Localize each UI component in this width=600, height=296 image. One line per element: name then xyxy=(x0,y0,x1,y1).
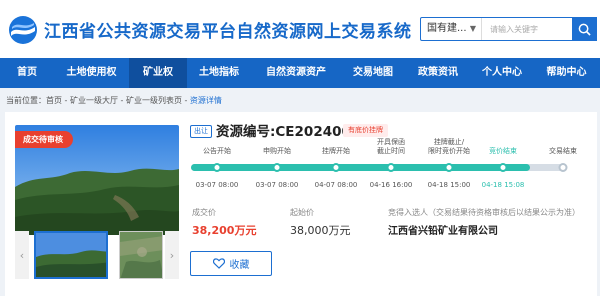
chevron-left-icon: ‹ xyxy=(19,248,25,262)
timeline-step-dot-pending xyxy=(558,163,568,172)
thumbnail-2[interactable] xyxy=(119,231,163,279)
nav-item-land-quota[interactable]: 土地指标 xyxy=(187,58,251,88)
search-input[interactable] xyxy=(481,18,573,40)
landscape-thumbnail xyxy=(36,233,106,277)
timeline-step-date: 04-18 15:00 xyxy=(427,181,471,189)
site-logo-icon[interactable] xyxy=(8,15,38,45)
timeline-step-dot xyxy=(212,163,222,172)
start-price: 38,000万元 xyxy=(290,224,351,237)
site-title: 江西省公共资源交易平台自然资源网上交易系统 xyxy=(44,22,412,42)
search-button[interactable] xyxy=(572,17,597,41)
nav-item-natural-resource-assets[interactable]: 自然资源资产 xyxy=(251,58,341,88)
trade-timeline: 公告开始 03-07 08:00 申购开始 03-07 08:00 挂牌开始 0… xyxy=(187,136,597,198)
nav-item-trade-map[interactable]: 交易地图 xyxy=(341,58,405,88)
timeline-step-dot-current xyxy=(498,163,508,172)
thumb-next-button[interactable]: › xyxy=(165,231,179,279)
status-tag: 成交待审核 xyxy=(15,131,73,148)
chevron-down-icon: ▼ xyxy=(469,24,476,33)
favorite-label: 收藏 xyxy=(229,260,250,271)
timeline-step-date: 04-16 16:00 xyxy=(369,181,413,189)
winner-company: 江西省兴铅矿业有限公司 xyxy=(388,226,498,237)
nav-item-mining-rights[interactable]: 矿业权 xyxy=(129,58,187,88)
timeline-step-label: 挂牌开始 xyxy=(322,147,350,155)
timeline-step-label-current: 竞价结束 xyxy=(489,147,517,155)
heart-icon xyxy=(212,258,225,269)
thumb-prev-button[interactable]: ‹ xyxy=(15,231,29,279)
main-photo[interactable]: 成交待审核 xyxy=(15,125,179,235)
nav-item-help-center[interactable]: 帮助中心 xyxy=(533,58,600,88)
breadcrumb-current: 资源详情 xyxy=(189,96,222,105)
timeline-step-label: 开具保函 截止时间 xyxy=(377,138,405,155)
timeline-step-date-current: 04-18 15:08 xyxy=(481,181,525,189)
breadcrumb: 当前位置：首页 - 矿业一级大厅 - 矿业一级列表页 - 资源详情 xyxy=(6,95,222,106)
chevron-right-icon: › xyxy=(169,248,175,262)
resource-detail-card: 成交待审核 ‹ › 出让 资源编号:CE2024002 有底价挂牌 公告开始 0… xyxy=(5,112,597,296)
site-header: 江西省公共资源交易平台自然资源网上交易系统 国有建... ▼ xyxy=(0,0,600,58)
nav-item-policy-news[interactable]: 政策资讯 xyxy=(405,58,471,88)
timeline-step-label: 挂牌截止/ 限时竞价开始 xyxy=(428,138,470,155)
timeline-step-label-pending: 交易结束 xyxy=(549,147,577,155)
deal-price: 38,200万元 xyxy=(192,224,257,237)
timeline-step-label: 申购开始 xyxy=(263,147,291,155)
timeline-step-dot xyxy=(444,163,454,172)
nav-item-home[interactable]: 首页 xyxy=(0,58,54,88)
timeline-step-date: 03-07 08:00 xyxy=(255,181,299,189)
main-nav: 首页 土地使用权 矿业权 土地指标 自然资源资产 交易地图 政策资讯 个人中心 … xyxy=(0,58,600,88)
search-category-select[interactable]: 国有建... ▼ xyxy=(421,18,479,40)
nav-item-land-use-rights[interactable]: 土地使用权 xyxy=(54,58,129,88)
timeline-step-dot xyxy=(272,163,282,172)
resource-info: 出让 资源编号:CE2024002 有底价挂牌 公告开始 03-07 08:00… xyxy=(187,112,597,296)
winner-label: 竞得入选人（交易结果待资格审核后以结果公示为准） xyxy=(388,208,580,217)
deal-price-label: 成交价 xyxy=(192,208,216,217)
satellite-thumbnail xyxy=(120,232,162,278)
thumbnail-strip: ‹ › xyxy=(15,231,179,279)
timeline-step-date: 03-07 08:00 xyxy=(195,181,239,189)
timeline-step-dot xyxy=(386,163,396,172)
breadcrumb-path[interactable]: 首页 - 矿业一级大厅 - 矿业一级列表页 - xyxy=(46,96,190,105)
timeline-step-dot xyxy=(331,163,341,172)
search-icon xyxy=(578,23,591,36)
favorite-button[interactable]: 收藏 xyxy=(190,251,272,276)
search-box: 国有建... ▼ xyxy=(420,17,597,41)
thumbnail-1[interactable] xyxy=(34,231,108,279)
start-price-label: 起始价 xyxy=(290,208,314,217)
timeline-step-date: 04-07 08:00 xyxy=(314,181,358,189)
search-category-value: 国有建... xyxy=(427,23,467,34)
timeline-step-label: 公告开始 xyxy=(203,147,231,155)
breadcrumb-prefix: 当前位置： xyxy=(6,96,46,105)
nav-item-personal-center[interactable]: 个人中心 xyxy=(471,58,533,88)
